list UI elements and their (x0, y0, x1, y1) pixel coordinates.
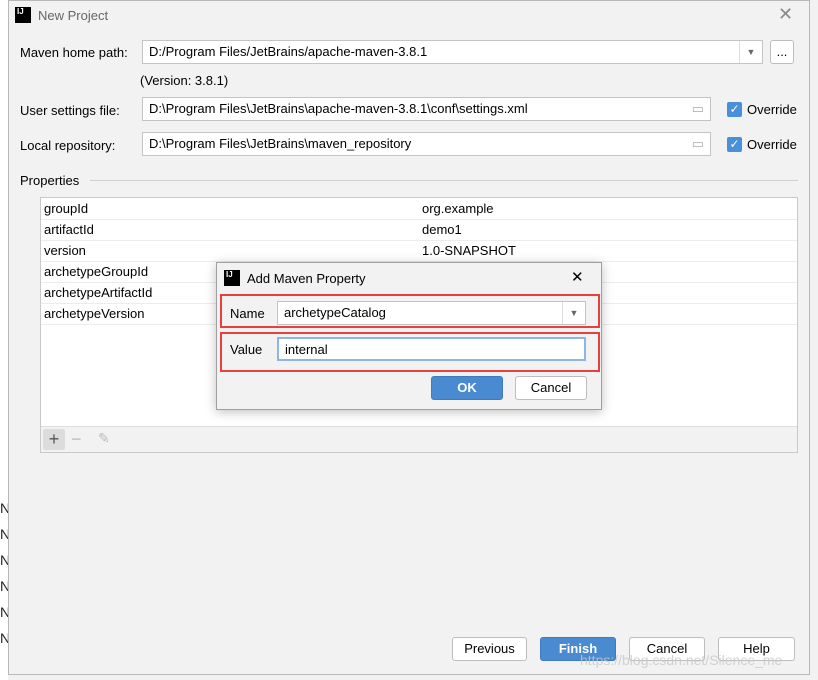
intellij-logo-icon: IJ (15, 7, 31, 23)
value-text: internal (285, 342, 328, 357)
maven-version: (Version: 3.8.1) (140, 73, 229, 88)
name-value: archetypeCatalog (284, 305, 386, 320)
user-settings-field[interactable]: D:\Program Files\JetBrains\apache-maven-… (142, 97, 711, 121)
add-icon[interactable]: + (43, 429, 65, 450)
name-combobox[interactable]: archetypeCatalog ▼ (277, 301, 586, 325)
local-repository-label: Local repository: (20, 138, 116, 153)
table-toolbar: + − ✎ (41, 426, 797, 452)
watermark: https://blog.csdn.net/Silence_me (580, 652, 783, 668)
close-window-icon[interactable]: ✕ (778, 4, 793, 25)
chevron-down-icon[interactable]: ▼ (739, 41, 762, 63)
dialog-cancel-button[interactable]: Cancel (515, 376, 587, 400)
property-key: archetypeGroupId (44, 264, 149, 279)
table-row[interactable]: version 1.0-SNAPSHOT (41, 240, 797, 262)
maven-home-label: Maven home path: (20, 45, 128, 60)
override-settings-checkbox[interactable]: ✓ (727, 102, 742, 117)
dialog-title: Add Maven Property (247, 271, 366, 286)
property-value: 1.0-SNAPSHOT (422, 243, 516, 258)
override-repository-checkbox[interactable]: ✓ (727, 137, 742, 152)
properties-title: Properties (20, 173, 80, 188)
maven-home-value: D:/Program Files/JetBrains/apache-maven-… (149, 44, 428, 59)
user-settings-value: D:\Program Files\JetBrains\apache-maven-… (149, 101, 528, 116)
override-settings-label: Override (747, 102, 797, 117)
previous-button[interactable]: Previous (452, 637, 527, 661)
divider (90, 180, 798, 181)
property-key: archetypeArtifactId (44, 285, 153, 300)
edit-pencil-icon[interactable]: ✎ (98, 430, 110, 447)
local-repository-field[interactable]: D:\Program Files\JetBrains\maven_reposit… (142, 132, 711, 156)
folder-icon[interactable]: ▭ (692, 133, 704, 155)
value-input[interactable]: internal (277, 337, 586, 361)
property-key: artifactId (44, 222, 94, 237)
property-value: demo1 (422, 222, 462, 237)
add-maven-property-dialog: IJ Add Maven Property ✕ Name archetypeCa… (216, 262, 602, 410)
name-label: Name (230, 306, 265, 321)
table-row[interactable]: artifactId demo1 (41, 219, 797, 241)
property-key: version (44, 243, 86, 258)
ok-button[interactable]: OK (431, 376, 503, 400)
override-repository-label: Override (747, 137, 797, 152)
window-title: New Project (38, 8, 109, 23)
remove-icon[interactable]: − (71, 429, 82, 450)
property-value: org.example (422, 201, 494, 216)
folder-icon[interactable]: ▭ (692, 98, 704, 120)
property-key: groupId (44, 201, 89, 216)
intellij-logo-icon: IJ (224, 270, 240, 286)
user-settings-label: User settings file: (20, 103, 120, 118)
property-key: archetypeVersion (44, 306, 145, 321)
maven-home-combobox[interactable]: D:/Program Files/JetBrains/apache-maven-… (142, 40, 763, 64)
value-label: Value (230, 342, 263, 357)
browse-button[interactable]: ... (770, 40, 794, 64)
local-repository-value: D:\Program Files\JetBrains\maven_reposit… (149, 136, 412, 151)
table-row[interactable]: groupId org.example (41, 198, 797, 220)
chevron-down-icon[interactable]: ▼ (562, 302, 585, 324)
close-dialog-icon[interactable]: ✕ (571, 268, 584, 286)
